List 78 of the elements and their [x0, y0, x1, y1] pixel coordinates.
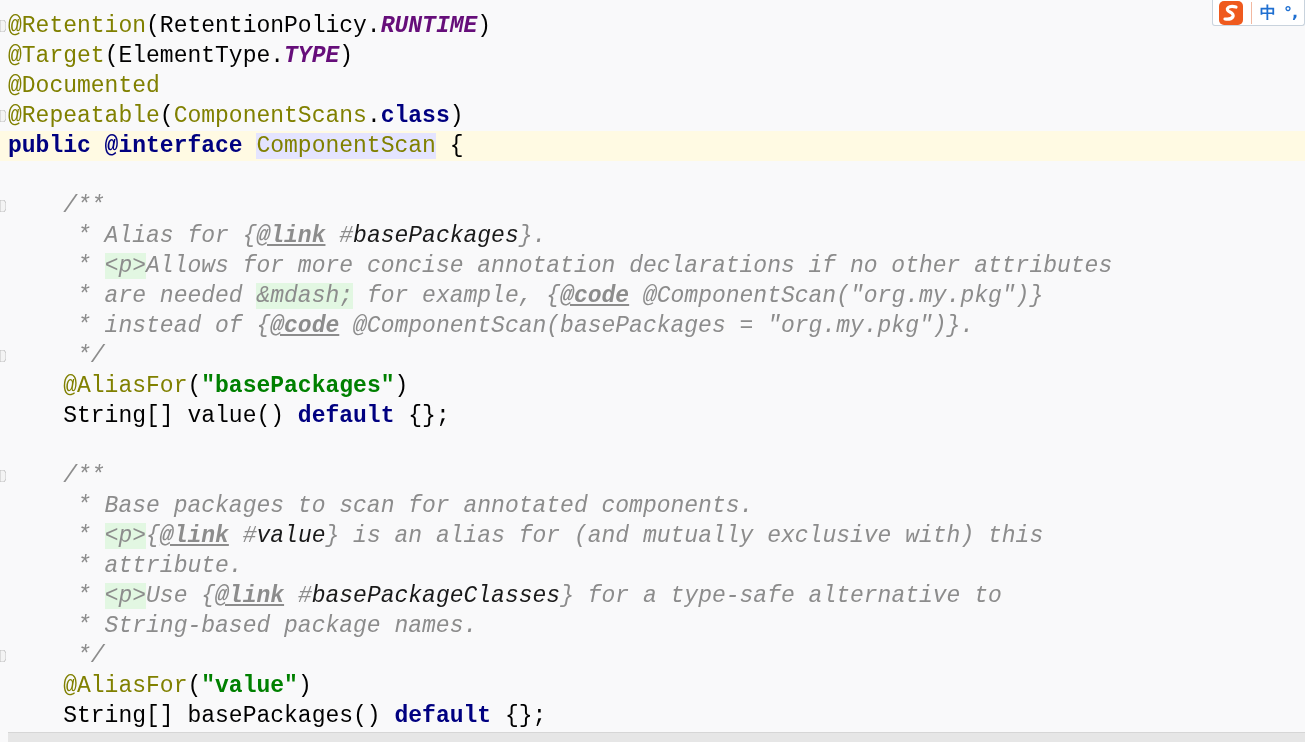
code-text: (	[187, 373, 202, 399]
horizontal-scrollbar[interactable]	[8, 732, 1305, 742]
code-text: )	[297, 673, 312, 699]
keyword: class	[380, 103, 450, 129]
fold-marker-icon[interactable]	[0, 200, 6, 212]
doc-comment: * Base packages to scan for annotated components.	[76, 493, 754, 519]
doc-comment: for example, {	[365, 283, 561, 309]
keyword: default	[297, 403, 395, 429]
doc-comment: * Alias for {	[76, 223, 257, 249]
constant: TYPE	[284, 43, 340, 69]
code-text: )	[449, 103, 464, 129]
annotation: @Repeatable	[8, 103, 160, 129]
code-text: (ElementType.	[104, 43, 285, 69]
doc-comment: Allows for more concise annotation declarations if no other attributes	[146, 253, 1113, 279]
doc-comment: * String-based package names.	[76, 613, 478, 639]
doc-reference: basePackages	[353, 223, 519, 249]
doc-comment: } is an alias for (and mutually exclusive with) this	[325, 523, 1044, 549]
logo-icon[interactable]	[1218, 0, 1243, 25]
annotation: @AliasFor	[62, 673, 188, 699]
code-text: String[] value()	[62, 403, 286, 429]
string-literal: "basePackages"	[201, 373, 395, 399]
doc-tag: @link	[256, 223, 326, 249]
code-text: (	[187, 673, 202, 699]
constant: RUNTIME	[380, 13, 478, 39]
doc-tag: @link	[215, 583, 285, 609]
code-text: String[] basePackages()	[62, 703, 382, 729]
code-text: {	[448, 133, 464, 159]
doc-comment: *	[76, 583, 92, 609]
code-text: .	[366, 103, 381, 129]
doc-comment: /**	[62, 463, 105, 489]
code-text: (RetentionPolicy.	[146, 13, 381, 39]
html-tag: <p>	[104, 583, 147, 609]
doc-comment: {	[146, 523, 160, 549]
keyword: default	[394, 703, 492, 729]
doc-reference: basePackageClasses	[311, 583, 561, 609]
fold-marker-icon[interactable]	[0, 650, 6, 662]
string-literal: "value"	[201, 673, 298, 699]
code-text: )	[477, 13, 492, 39]
annotation: @Target	[8, 43, 105, 69]
doc-comment: */	[76, 643, 105, 669]
doc-comment: @ComponentScan("org.my.pkg")}	[641, 283, 1044, 309]
annotation: ComponentScans	[173, 103, 367, 129]
annotation: @Retention	[8, 13, 147, 39]
doc-comment: #	[241, 523, 257, 549]
doc-comment: /**	[62, 193, 105, 219]
code-text: (	[159, 103, 174, 129]
annotation: @AliasFor	[62, 373, 188, 399]
code-text: {};	[503, 703, 547, 729]
html-tag: <p>	[104, 523, 147, 549]
doc-comment: } for a type-safe alternative to	[560, 583, 1002, 609]
fold-marker-icon[interactable]	[0, 470, 6, 482]
doc-comment: Use {	[146, 583, 216, 609]
fold-marker-icon[interactable]	[0, 350, 6, 362]
annotation: @Documented	[8, 73, 160, 99]
class-name: ComponentScan	[256, 133, 436, 159]
code-text: )	[394, 373, 409, 399]
doc-comment: * are needed	[76, 283, 244, 309]
doc-comment: * instead of {	[76, 313, 271, 339]
code-text: )	[339, 43, 354, 69]
doc-tag: @code	[560, 283, 630, 309]
doc-comment: @ComponentScan(basePackages = "org.my.pkg")}.	[352, 313, 975, 339]
doc-tag: @code	[270, 313, 340, 339]
ime-mode-button[interactable]: 中	[1259, 2, 1276, 23]
doc-tag: @link	[159, 523, 229, 549]
doc-comment: * attribute.	[76, 553, 243, 579]
doc-reference: value	[256, 523, 326, 549]
fold-marker-icon[interactable]	[0, 20, 6, 32]
doc-comment: }.	[518, 223, 547, 249]
code-text: {};	[407, 403, 450, 429]
fold-marker-icon[interactable]	[0, 110, 6, 122]
doc-comment: *	[76, 523, 92, 549]
doc-comment: *	[76, 253, 92, 279]
doc-comment: */	[76, 343, 105, 369]
ime-mode-button[interactable]: °,	[1283, 2, 1298, 23]
html-tag: &mdash;	[256, 283, 354, 309]
keyword: public @interface	[8, 133, 244, 159]
doc-comment: #	[338, 223, 354, 249]
doc-comment: #	[296, 583, 312, 609]
